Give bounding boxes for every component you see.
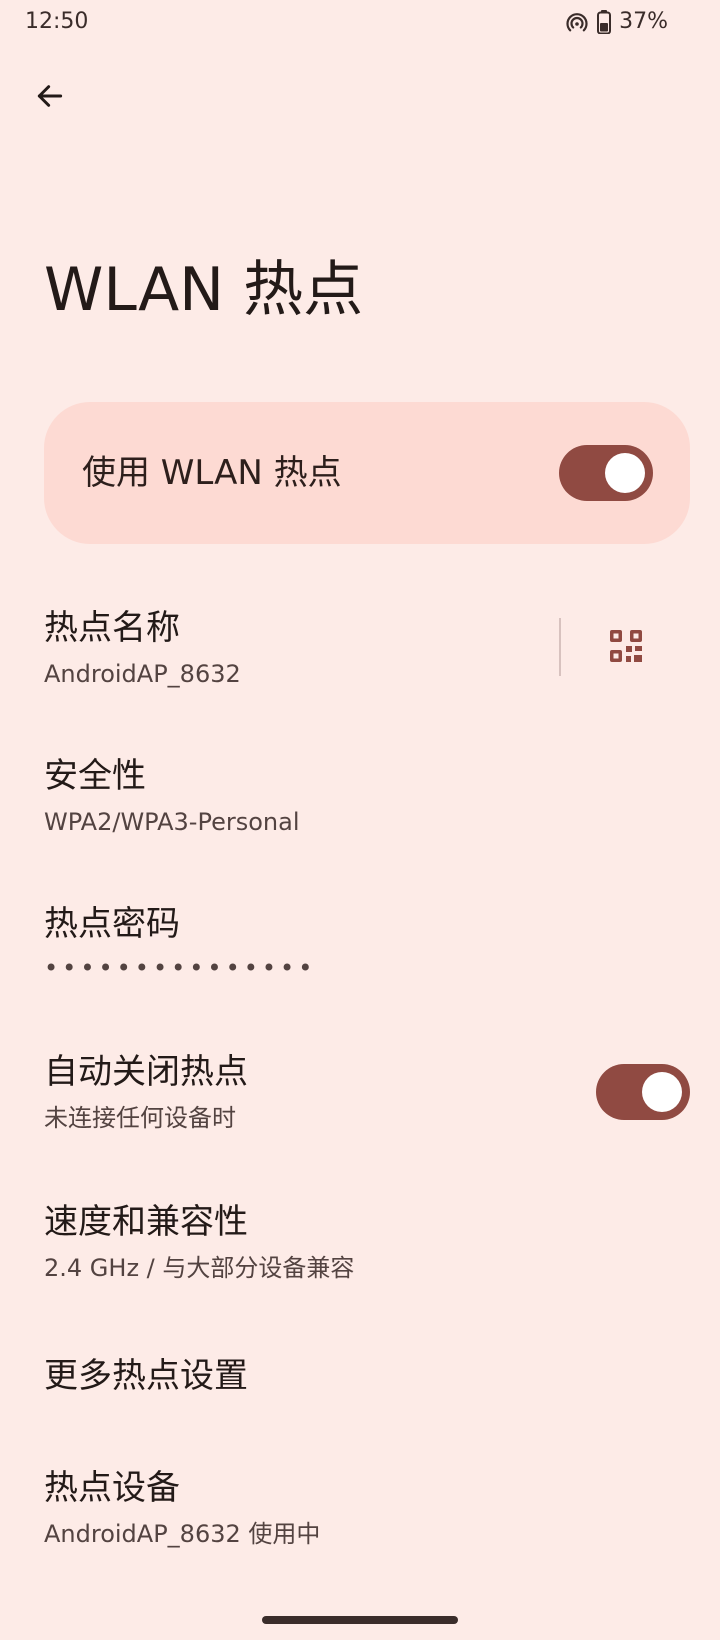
- status-icons: 37%: [565, 9, 668, 34]
- hotspot-devices-value: AndroidAP_8632 使用中: [44, 1520, 321, 1548]
- master-toggle-switch[interactable]: [559, 445, 653, 501]
- switch-thumb: [642, 1072, 682, 1112]
- auto-turn-off-item[interactable]: 自动关闭热点 未连接任何设备时: [44, 1050, 564, 1134]
- auto-turn-off-switch[interactable]: [596, 1064, 690, 1120]
- qr-code-button[interactable]: [600, 620, 652, 672]
- arrow-back-icon: [37, 85, 63, 107]
- status-time: 12:50: [25, 9, 89, 34]
- security-item[interactable]: 安全性 WPA2/WPA3-Personal: [44, 754, 694, 838]
- master-toggle-card[interactable]: 使用 WLAN 热点: [44, 402, 690, 544]
- switch-thumb: [605, 453, 645, 493]
- status-bar: 12:50 37%: [0, 0, 720, 46]
- speed-compatibility-title: 速度和兼容性: [44, 1202, 248, 1242]
- battery-icon: [597, 9, 612, 34]
- qr-code-icon: [610, 630, 642, 662]
- divider: [559, 618, 561, 676]
- more-settings-item[interactable]: 更多热点设置: [44, 1354, 694, 1398]
- password-item[interactable]: 热点密码 •••••••••••••••: [44, 902, 694, 984]
- password-value: •••••••••••••••: [44, 954, 317, 982]
- back-button[interactable]: [26, 72, 74, 120]
- security-title: 安全性: [44, 756, 146, 796]
- auto-turn-off-subtitle: 未连接任何设备时: [44, 1104, 236, 1132]
- speed-compatibility-value: 2.4 GHz / 与大部分设备兼容: [44, 1254, 355, 1282]
- hotspot-name-item[interactable]: 热点名称 AndroidAP_8632: [44, 606, 694, 690]
- hotspot-name-value: AndroidAP_8632: [44, 660, 241, 688]
- more-settings-title: 更多热点设置: [44, 1356, 248, 1396]
- master-toggle-label: 使用 WLAN 热点: [82, 453, 342, 493]
- page-title: WLAN 热点: [44, 255, 364, 325]
- gesture-nav-handle[interactable]: [262, 1616, 458, 1624]
- auto-turn-off-title: 自动关闭热点: [44, 1052, 248, 1092]
- hotspot-icon: [565, 10, 589, 34]
- hotspot-name-title: 热点名称: [44, 608, 180, 648]
- hotspot-devices-title: 热点设备: [44, 1468, 180, 1508]
- security-value: WPA2/WPA3-Personal: [44, 808, 300, 836]
- password-title: 热点密码: [44, 904, 180, 944]
- battery-percent: 37%: [619, 9, 668, 34]
- speed-compatibility-item[interactable]: 速度和兼容性 2.4 GHz / 与大部分设备兼容: [44, 1200, 694, 1284]
- hotspot-devices-item[interactable]: 热点设备 AndroidAP_8632 使用中: [44, 1466, 694, 1550]
